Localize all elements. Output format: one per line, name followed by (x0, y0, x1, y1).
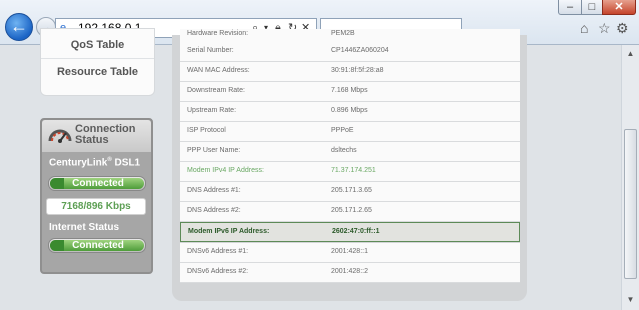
row-value: 30:91:8f:5f:28:a8 (331, 67, 384, 74)
table-row: ISP Protocol PPPoE (180, 122, 520, 142)
table-row: Modem IPv4 IP Address: 71.37.174.251 (180, 162, 520, 182)
link-type: DSL1 (114, 157, 141, 169)
minimize-button[interactable]: – (558, 0, 582, 15)
row-value: 7.168 Mbps (331, 87, 368, 94)
row-label: Upstream Rate: (187, 107, 237, 114)
row-value: 2001:428::2 (331, 268, 368, 275)
row-label: WAN MAC Address: (187, 67, 250, 74)
back-button[interactable]: ← (5, 13, 33, 41)
dsl-status-text: Connected (72, 178, 124, 189)
row-label: Modem IPv4 IP Address: (187, 167, 264, 174)
row-label: DNS Address #1: (187, 187, 241, 194)
row-value: 71.37.174.251 (331, 167, 376, 174)
table-row: DNS Address #1: 205.171.3.65 (180, 182, 520, 202)
favorites-star-icon[interactable]: ☆ (598, 20, 611, 36)
sync-rate: 7168/896 Kbps (46, 198, 146, 215)
table-row: PPP User Name: dsltechs (180, 142, 520, 162)
scrollbar-thumb[interactable] (624, 129, 637, 279)
provider-label: CenturyLink® DSL1 (49, 157, 140, 168)
title-line-2: Status (75, 134, 109, 146)
table-row: DNSv6 Address #1: 2001:428::1 (180, 243, 520, 263)
connection-status-header: Connection Status (42, 120, 151, 152)
speedometer-icon (48, 129, 72, 143)
connection-status-title: Connection Status (75, 124, 136, 146)
table-row: Downstream Rate: 7.168 Mbps (180, 82, 520, 102)
row-label: Downstream Rate: (187, 87, 245, 94)
row-value: 2602:47:0:ff::1 (332, 228, 380, 235)
row-label: DNSv6 Address #1: (187, 248, 249, 255)
row-label: DNS Address #2: (187, 207, 241, 214)
back-arrow-icon: ← (10, 16, 28, 36)
row-label: Serial Number: (187, 47, 234, 54)
internet-status-indicator: Connected (48, 238, 146, 253)
row-label: DNSv6 Address #2: (187, 268, 249, 275)
home-icon[interactable]: ⌂ (580, 20, 588, 36)
dsl-status-indicator: Connected (48, 176, 146, 191)
close-window-button[interactable]: ✕ (602, 0, 636, 15)
sidebar-item-qos-table[interactable]: QoS Table (41, 32, 154, 59)
table-row: DNS Address #2: 205.171.2.65 (180, 202, 520, 222)
modem-details-panel: Hardware Revision: PEM2B Serial Number: … (172, 29, 527, 301)
row-label: PPP User Name: (187, 147, 241, 154)
table-row: Hardware Revision: PEM2B (180, 29, 520, 43)
row-value: PEM2B (331, 30, 355, 37)
row-value: CP1446ZA060204 (331, 47, 389, 54)
row-value: PPPoE (331, 127, 354, 134)
internet-status-label: Internet Status (49, 222, 120, 233)
row-value: dsltechs (331, 147, 357, 154)
scroll-down-arrow-icon[interactable]: ▼ (624, 293, 637, 307)
row-value: 205.171.2.65 (331, 207, 372, 214)
vertical-scrollbar[interactable]: ▲ ▼ (621, 45, 639, 310)
provider-name: CenturyLink (49, 157, 108, 169)
table-row-highlighted: Modem IPv6 IP Address: 2602:47:0:ff::1 (180, 222, 520, 242)
maximize-button[interactable]: □ (581, 0, 603, 15)
table-row: WAN MAC Address: 30:91:8f:5f:28:a8 (180, 62, 520, 82)
row-label: ISP Protocol (187, 127, 226, 134)
row-value: 0.896 Mbps (331, 107, 368, 114)
table-row: Serial Number: CP1446ZA060204 (180, 42, 520, 62)
table-row: Upstream Rate: 0.896 Mbps (180, 102, 520, 122)
table-row: DNSv6 Address #2: 2001:428::2 (180, 263, 520, 283)
sidebar-item-resource-table[interactable]: Resource Table (41, 59, 154, 85)
sidebar-menu: QoS Table Resource Table (40, 28, 155, 96)
row-value: 2001:428::1 (331, 248, 368, 255)
gear-icon[interactable]: ⚙ (616, 20, 629, 36)
internet-status-text: Connected (72, 240, 124, 251)
connection-status-panel: Connection Status CenturyLink® DSL1 Conn… (40, 118, 153, 274)
row-label: Modem IPv6 IP Address: (188, 228, 270, 235)
scroll-up-arrow-icon[interactable]: ▲ (624, 47, 637, 61)
row-label: Hardware Revision: (187, 30, 249, 37)
registered-mark: ® (107, 157, 112, 163)
row-value: 205.171.3.65 (331, 187, 372, 194)
